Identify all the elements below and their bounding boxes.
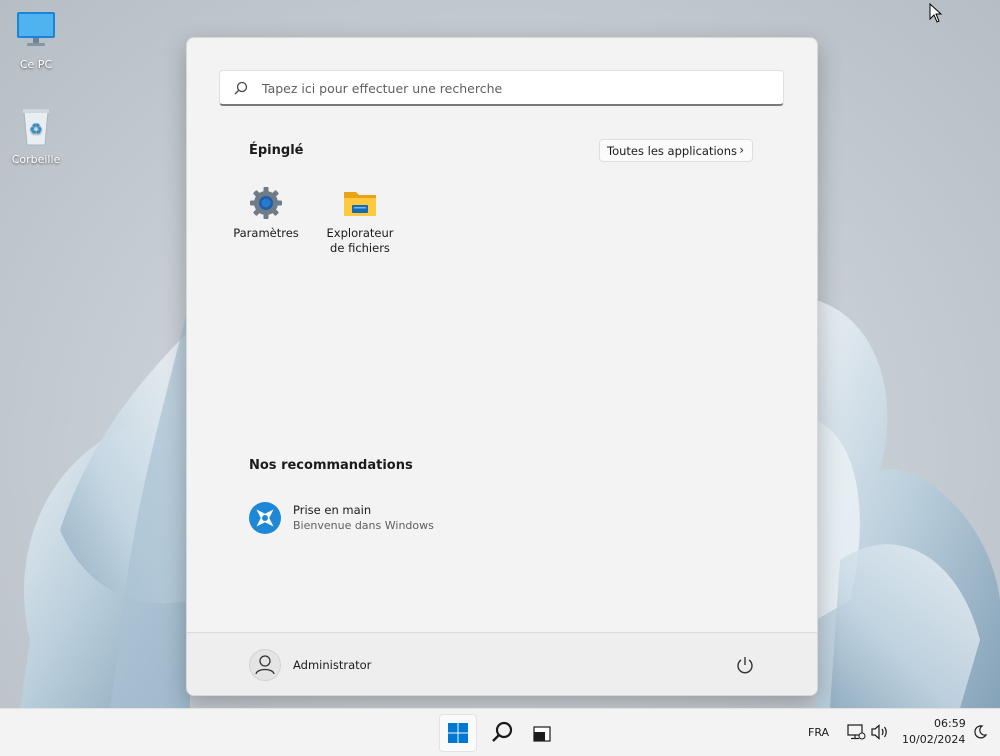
monitor-icon xyxy=(14,10,58,54)
start-menu-footer: Administrator xyxy=(187,632,817,695)
recommended-item-prise-en-main[interactable]: Prise en main Bienvenue dans Windows xyxy=(249,500,549,536)
clock-time[interactable]: 06:59 xyxy=(934,717,966,730)
recycle-bin-icon: ♻ xyxy=(14,105,58,149)
all-apps-label: Toutes les applications xyxy=(607,144,737,158)
network-icon[interactable] xyxy=(846,722,866,742)
desktop-icon-corbeille[interactable]: ♻ Corbeille xyxy=(1,105,71,166)
volume-icon[interactable] xyxy=(870,722,890,742)
svg-text:♻: ♻ xyxy=(29,120,42,138)
clock-date[interactable]: 10/02/2024 xyxy=(902,733,965,746)
pinned-section-title: Épinglé xyxy=(249,143,304,158)
pinned-app-label: Paramètres xyxy=(233,226,299,240)
all-apps-button[interactable]: Toutes les applications › xyxy=(599,139,753,162)
search-icon xyxy=(492,721,513,742)
mouse-cursor-icon xyxy=(929,3,943,23)
taskbar: FRA 06:59 10/02/2024 xyxy=(0,708,1000,756)
pinned-app-parametres[interactable]: Paramètres xyxy=(221,186,311,241)
chevron-right-icon: › xyxy=(739,143,744,157)
desktop-icon-label: Corbeille xyxy=(11,153,61,166)
user-icon xyxy=(255,655,275,675)
language-indicator[interactable]: FRA xyxy=(808,726,829,739)
task-view-icon xyxy=(533,726,551,742)
user-name[interactable]: Administrator xyxy=(293,658,371,672)
user-avatar[interactable] xyxy=(249,649,281,681)
recommended-item-title: Prise en main xyxy=(293,503,372,517)
start-button[interactable] xyxy=(439,714,477,752)
windows-start-icon xyxy=(448,723,468,743)
desktop-icon-ce-pc[interactable]: Ce PC xyxy=(1,10,71,71)
folder-icon xyxy=(343,186,377,220)
taskbar-search-button[interactable] xyxy=(483,714,521,752)
power-icon[interactable] xyxy=(735,655,755,675)
search-icon xyxy=(234,81,248,95)
pinned-app-explorateur[interactable]: Explorateur de fichiers xyxy=(315,186,405,256)
gear-icon xyxy=(249,186,283,220)
focus-assist-moon-icon[interactable] xyxy=(972,724,988,740)
desktop-icon-label: Ce PC xyxy=(19,58,53,71)
pinned-app-label: Explorateur de fichiers xyxy=(326,226,394,255)
get-started-icon xyxy=(249,502,281,534)
recommended-item-subtitle: Bienvenue dans Windows xyxy=(293,519,434,532)
recommended-section-title: Nos recommandations xyxy=(249,458,413,473)
task-view-button[interactable] xyxy=(523,714,561,752)
start-menu: Tapez ici pour effectuer une recherche É… xyxy=(186,37,818,696)
search-input[interactable]: Tapez ici pour effectuer une recherche xyxy=(219,70,784,106)
search-placeholder: Tapez ici pour effectuer une recherche xyxy=(262,81,503,96)
